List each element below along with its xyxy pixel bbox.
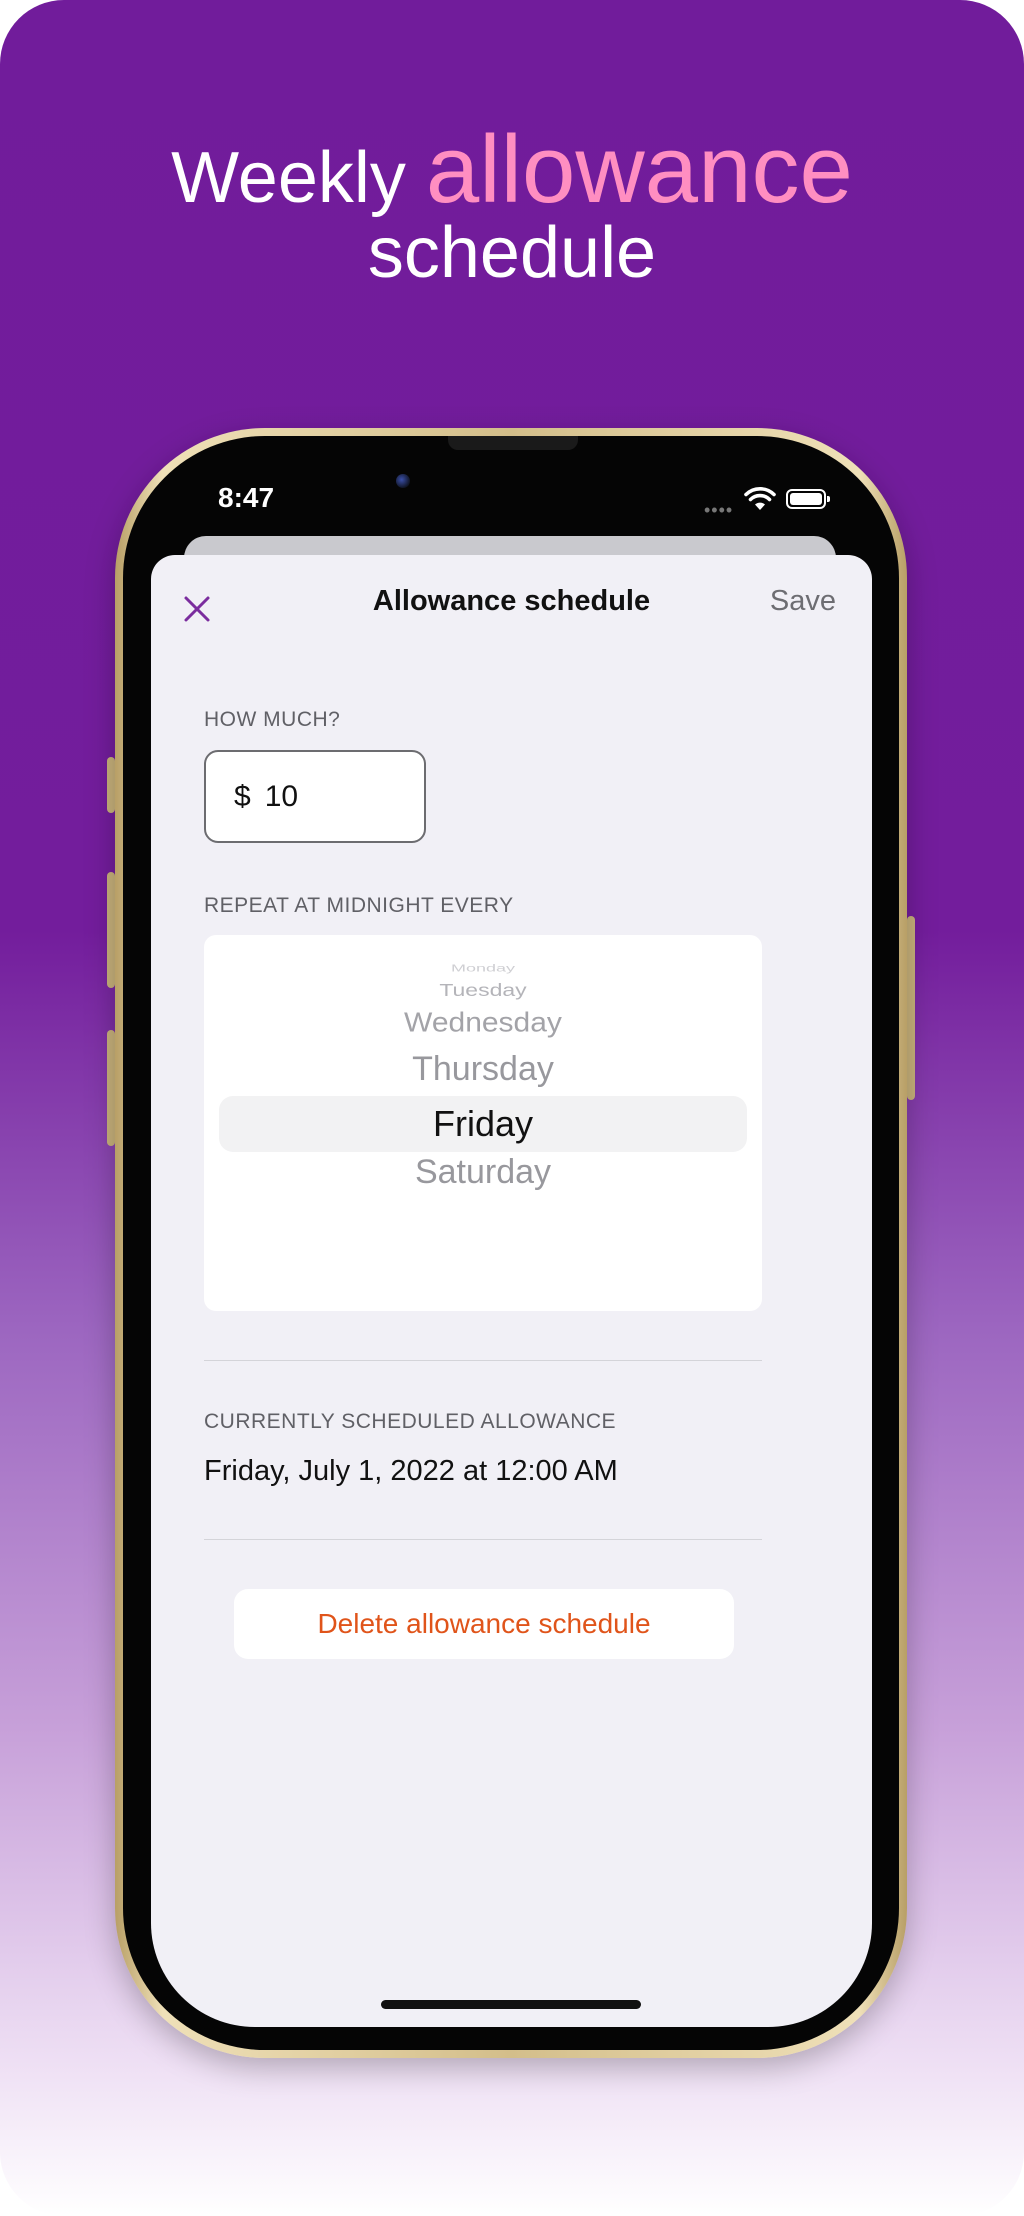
scheduled-label: CURRENTLY SCHEDULED ALLOWANCE: [204, 1410, 617, 1433]
picker-option[interactable]: Thursday: [204, 1047, 762, 1091]
front-camera: [396, 474, 410, 488]
picker-option[interactable]: Wednesday: [204, 1005, 762, 1042]
phone-volume-down: [107, 1030, 115, 1146]
wifi-icon: [744, 487, 776, 510]
headline-line2: schedule: [367, 213, 657, 293]
currency-symbol: $: [234, 780, 251, 813]
repeat-label: REPEAT AT MIDNIGHT EVERY: [204, 894, 514, 917]
cellular-signal-icon: ••••: [704, 500, 734, 520]
status-time: 8:47: [218, 482, 275, 513]
weekday-picker[interactable]: Monday Tuesday Wednesday Thursday Friday…: [204, 935, 762, 1311]
picker-option[interactable]: Saturday: [204, 1150, 762, 1194]
allowance-schedule-sheet: Allowance schedule Save HOW MUCH? $10 RE…: [151, 555, 872, 2027]
picker-option-selected[interactable]: Friday: [204, 1100, 762, 1148]
phone-volume-up: [107, 872, 115, 988]
divider: [204, 1539, 762, 1540]
promo-page: Weekly allowance schedule 8:47 •••• Allo…: [0, 0, 1024, 2216]
phone-silent-switch: [107, 757, 115, 813]
battery-icon: [786, 489, 830, 509]
nav-title: Allowance schedule: [372, 585, 651, 617]
phone-power-button: [907, 916, 915, 1100]
headline-accent-word: allowance: [425, 116, 853, 223]
amount-label: HOW MUCH?: [204, 708, 341, 731]
save-button[interactable]: Save: [770, 585, 836, 618]
amount-input[interactable]: $10: [204, 750, 426, 843]
delete-schedule-button[interactable]: Delete allowance schedule: [234, 1589, 734, 1659]
phone-speaker: [448, 436, 578, 450]
picker-option[interactable]: Monday: [204, 962, 762, 974]
amount-value: 10: [264, 780, 299, 813]
headline-word: Weekly: [171, 138, 406, 218]
scheduled-allowance-value: Friday, July 1, 2022 at 12:00 AM: [204, 1455, 618, 1487]
picker-option[interactable]: Tuesday: [204, 978, 762, 1001]
divider: [204, 1360, 762, 1361]
home-indicator[interactable]: [381, 2000, 641, 2009]
